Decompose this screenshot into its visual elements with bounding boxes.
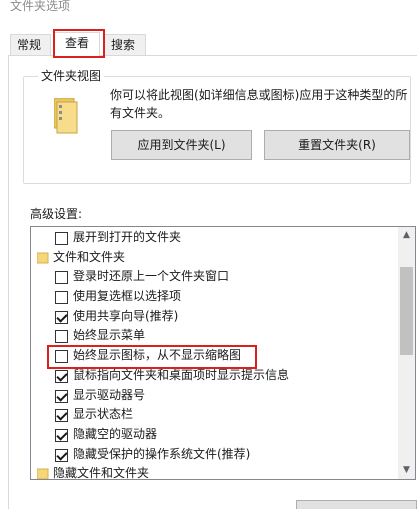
checkbox-checked[interactable] xyxy=(55,389,68,403)
category-label: 隐藏文件和文件夹 xyxy=(53,466,150,480)
setting-restore-previous-windows[interactable]: 登录时还原上一个文件夹窗口 xyxy=(31,267,397,287)
tab-search[interactable]: 搜索 xyxy=(104,34,146,56)
folder-views-description: 你可以将此视图(如详细信息或图标)应用于这种类型的所有文件夹。 xyxy=(110,88,408,120)
checkbox-checked[interactable] xyxy=(55,310,68,324)
folder-icon xyxy=(37,468,49,479)
folder-views-label: 文件夹视图 xyxy=(38,67,105,84)
advanced-settings-tree[interactable]: 展开到打开的文件夹 文件和文件夹 登录时还原上一个文件夹窗口 使用复选框以选择项… xyxy=(30,226,416,480)
setting-label: 使用共享向导(推荐) xyxy=(73,308,179,323)
setting-show-drive-letters[interactable]: 显示驱动器号 xyxy=(31,386,397,406)
checkbox-checked[interactable] xyxy=(55,409,68,423)
scroll-up-arrow-icon[interactable]: ▲ xyxy=(398,227,415,244)
advanced-settings-label: 高级设置: xyxy=(30,207,83,221)
tab-view[interactable]: 查看 xyxy=(54,32,100,57)
category-files-and-folders: 文件和文件夹 xyxy=(31,248,397,268)
checkbox-checked[interactable] xyxy=(55,428,68,442)
setting-hide-protected-os-files[interactable]: 隐藏受保护的操作系统文件(推荐) xyxy=(31,445,397,465)
checkbox-checked[interactable] xyxy=(55,448,68,462)
checkbox-checked[interactable] xyxy=(55,369,68,383)
folder-icon xyxy=(54,98,78,134)
category-hidden-files-and-folders: 隐藏文件和文件夹 xyxy=(31,464,397,480)
setting-always-show-icons[interactable]: 始终显示图标，从不显示缩略图 xyxy=(31,346,397,366)
title-bar: 文件夹选项 xyxy=(0,0,417,18)
reset-folders-button[interactable]: 重置文件夹(R) xyxy=(264,130,410,160)
setting-use-check-boxes[interactable]: 使用复选框以选择项 xyxy=(31,287,397,307)
setting-label: 登录时还原上一个文件夹窗口 xyxy=(73,269,230,284)
folder-icon xyxy=(37,252,49,264)
checkbox[interactable] xyxy=(55,232,68,245)
setting-show-status-bar[interactable]: 显示状态栏 xyxy=(31,405,397,425)
setting-always-show-menus[interactable]: 始终显示菜单 xyxy=(31,326,397,346)
setting-label: 始终显示图标，从不显示缩略图 xyxy=(73,348,242,363)
setting-label: 隐藏空的驱动器 xyxy=(73,426,158,441)
setting-expand-to-open-folder[interactable]: 展开到打开的文件夹 xyxy=(31,228,397,248)
dialog-button-partial[interactable] xyxy=(296,500,417,509)
vertical-scrollbar[interactable]: ▲ ▼ xyxy=(398,227,415,479)
advanced-settings-list: 展开到打开的文件夹 文件和文件夹 登录时还原上一个文件夹窗口 使用复选框以选择项… xyxy=(31,228,397,480)
setting-label: 始终显示菜单 xyxy=(73,328,146,343)
setting-sharing-wizard[interactable]: 使用共享向导(推荐) xyxy=(31,307,397,327)
setting-show-popup-description[interactable]: 鼠标指向文件夹和桌面项时显示提示信息 xyxy=(31,366,397,386)
setting-label: 展开到打开的文件夹 xyxy=(73,230,182,244)
tab-strip: 常规 查看 搜索 xyxy=(8,32,408,57)
window-title: 文件夹选项 xyxy=(10,0,71,13)
category-label: 文件和文件夹 xyxy=(53,249,126,264)
setting-label: 显示驱动器号 xyxy=(73,387,146,402)
setting-label: 显示状态栏 xyxy=(73,407,134,422)
setting-label: 隐藏受保护的操作系统文件(推荐) xyxy=(73,446,251,461)
tab-general[interactable]: 常规 xyxy=(10,34,51,56)
scroll-down-arrow-icon[interactable]: ▼ xyxy=(398,462,415,479)
setting-label: 鼠标指向文件夹和桌面项时显示提示信息 xyxy=(73,367,290,382)
setting-hide-empty-drives[interactable]: 隐藏空的驱动器 xyxy=(31,425,397,445)
checkbox[interactable] xyxy=(55,271,68,285)
scrollbar-thumb[interactable] xyxy=(400,267,413,355)
checkbox[interactable] xyxy=(55,330,68,344)
apply-to-folders-button[interactable]: 应用到文件夹(L) xyxy=(111,130,252,160)
setting-label: 使用复选框以选择项 xyxy=(73,289,182,304)
checkbox[interactable] xyxy=(55,291,68,305)
checkbox[interactable] xyxy=(55,350,68,364)
